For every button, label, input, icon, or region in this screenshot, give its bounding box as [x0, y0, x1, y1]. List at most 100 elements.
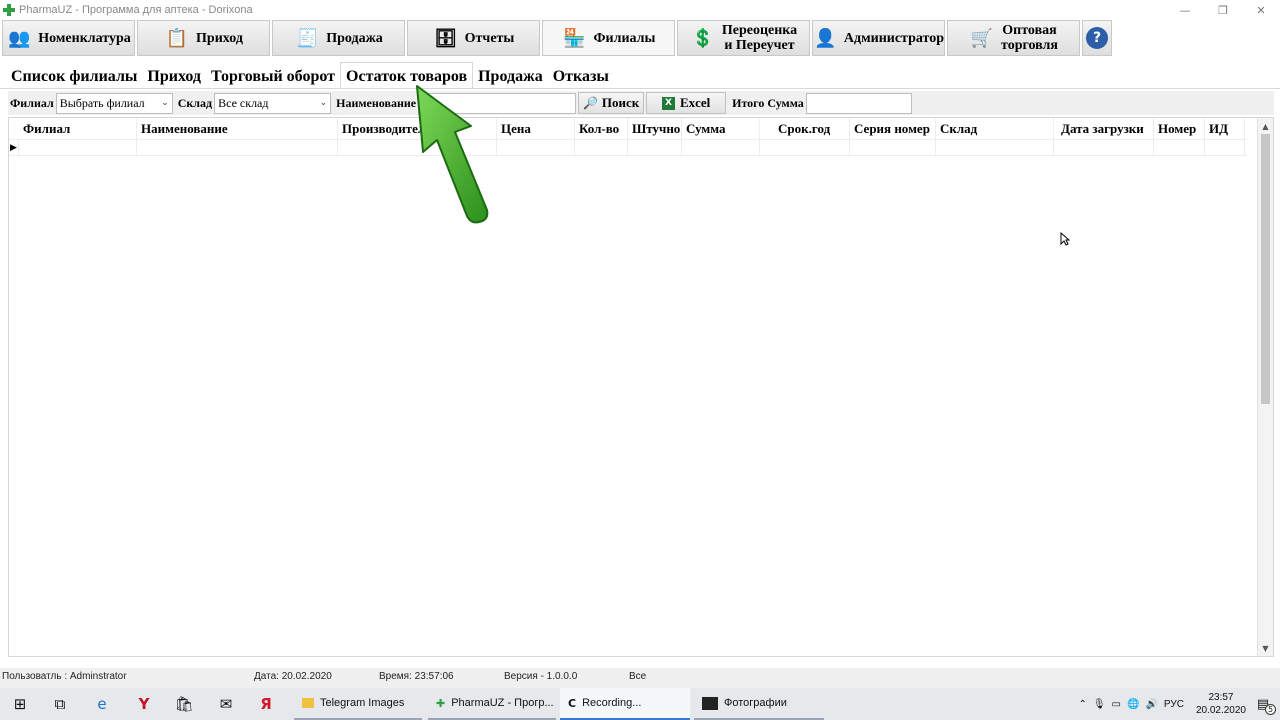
scroll-up-icon[interactable]: ▲ [1258, 118, 1273, 134]
name-label: Наименование [336, 95, 417, 110]
table-cell[interactable] [1154, 140, 1205, 155]
main-toolbar: 👥 Номенклатура 📋 Приход 🧾 Продажа 🗄 Отче… [0, 20, 1280, 58]
system-clock[interactable]: 23:57 20.02.2020 [1196, 691, 1246, 717]
column-header[interactable]: Производитель [338, 118, 497, 139]
grid-header: Филиал Наименование Производитель Цена К… [9, 118, 1259, 139]
scroll-down-icon[interactable]: ▼ [1258, 640, 1273, 656]
table-cell[interactable] [1205, 140, 1245, 155]
input-language[interactable]: РУС [1164, 699, 1184, 710]
admin-icon: 👤 [814, 27, 837, 49]
toolbar-reports-button[interactable]: 🗄 Отчеты [407, 20, 540, 56]
photos-icon [702, 696, 718, 710]
chevron-up-icon[interactable]: ⌃ [1078, 699, 1086, 710]
column-header[interactable]: Срок.год [760, 118, 850, 139]
windows-taskbar: ⊞ ⧉ e Y 🛍 ✉ Я Telegram Images ✚ PharmaUZ… [0, 688, 1280, 720]
battery-icon[interactable]: ▭ [1112, 699, 1121, 710]
toolbar-label: Администратор [843, 30, 944, 46]
table-cell[interactable] [760, 140, 850, 155]
pharmacy-cross-icon: ✚ [436, 696, 446, 710]
table-cell[interactable] [19, 140, 137, 155]
microphone-icon[interactable]: 🎙 [1093, 699, 1106, 710]
column-header[interactable]: Сумма [682, 118, 760, 139]
close-button[interactable]: ✕ [1242, 0, 1280, 20]
people-icon: 👥 [8, 27, 31, 49]
toolbar-admin-button[interactable]: 👤 Администратор [812, 20, 945, 56]
cabinet-icon: 🗄 [434, 27, 458, 49]
status-version: Версия - 1.0.0.0 [504, 671, 578, 682]
vertical-scrollbar[interactable]: ▲ ▼ [1257, 118, 1273, 656]
tab-refusals[interactable]: Отказы [548, 62, 614, 88]
table-row[interactable]: ▶ [9, 139, 1247, 156]
taskbar-app-recording[interactable]: C Recording... [560, 688, 690, 720]
search-button[interactable]: 🔎 Поиск [578, 92, 645, 114]
branch-select[interactable]: Выбрать филиал ⌄ [55, 92, 173, 114]
toolbar-wholesale-button[interactable]: 🛒 Оптовая торговля [947, 20, 1080, 56]
taskbar-app-photos[interactable]: Фотографии [694, 688, 824, 720]
table-cell[interactable] [850, 140, 936, 155]
chevron-down-icon: ⌄ [161, 98, 169, 108]
windows-start-icon[interactable]: ⊞ [0, 688, 40, 720]
taskbar-app-label: Telegram Images [320, 697, 405, 709]
table-cell[interactable] [936, 140, 1054, 155]
table-cell[interactable] [575, 140, 628, 155]
mail-icon[interactable]: ✉ [206, 688, 246, 720]
yandex-icon[interactable]: Я [246, 688, 286, 720]
notification-center-button[interactable]: ▤ 5 [1252, 693, 1276, 715]
window-controls: — ❐ ✕ [1166, 0, 1280, 20]
table-cell[interactable] [628, 140, 682, 155]
column-header[interactable]: Номер [1154, 118, 1205, 139]
table-cell[interactable] [682, 140, 760, 155]
table-cell[interactable] [338, 140, 497, 155]
toolbar-revaluation-button[interactable]: 💲 Переоценка и Переучет [677, 20, 810, 56]
filter-bar: Филиал Выбрать филиал ⌄ Склад Все склад … [8, 91, 1274, 115]
minimize-button[interactable]: — [1166, 0, 1204, 20]
column-header[interactable]: Цена [497, 118, 575, 139]
toolbar-nomenclature-button[interactable]: 👥 Номенклатура [2, 20, 135, 56]
column-header[interactable]: Наименование [137, 118, 338, 139]
edge-browser-icon[interactable]: e [82, 688, 122, 720]
table-cell[interactable] [497, 140, 575, 155]
column-header[interactable]: Штучно [628, 118, 682, 139]
clipboard-icon: 📋 [165, 27, 189, 49]
toolbar-sales-button[interactable]: 🧾 Продажа [272, 20, 405, 56]
help-button[interactable]: ? [1082, 20, 1112, 56]
excel-button[interactable]: X Excel [646, 92, 727, 114]
column-header[interactable]: Склад [936, 118, 1054, 139]
column-header[interactable]: Серия номер [850, 118, 936, 139]
toolbar-income-button[interactable]: 📋 Приход [137, 20, 270, 56]
warehouse-select-value: Все склад [218, 95, 269, 110]
recorder-icon: C [568, 696, 577, 710]
table-cell[interactable] [137, 140, 338, 155]
column-header[interactable]: Филиал [19, 118, 137, 139]
tab-stock-balance[interactable]: Остаток товаров [340, 62, 474, 88]
taskbar-app-telegram-images[interactable]: Telegram Images [294, 688, 422, 720]
volume-icon[interactable]: 🔊 [1145, 699, 1157, 710]
warehouse-select[interactable]: Все склад ⌄ [214, 92, 332, 114]
taskbar-app-label: Recording... [582, 697, 642, 709]
maximize-button[interactable]: ❐ [1204, 0, 1242, 20]
subtabs-divider [0, 88, 1280, 89]
table-cell[interactable] [1054, 140, 1154, 155]
scroll-thumb[interactable] [1261, 134, 1270, 404]
tab-income[interactable]: Приход [142, 62, 206, 88]
row-header-spacer [9, 118, 19, 139]
toolbar-label: Номенклатура [38, 30, 131, 46]
total-sum-label: Итого Сумма [732, 95, 804, 110]
yandex-browser-icon[interactable]: Y [124, 688, 164, 720]
pharmacy-icon: 🏪 [563, 27, 586, 49]
taskbar-app-pharmauz[interactable]: ✚ PharmaUZ - Прогр... [428, 688, 556, 720]
toolbar-branches-button[interactable]: 🏪 Филиалы [542, 20, 675, 56]
excel-icon: X [661, 96, 675, 110]
task-view-icon[interactable]: ⧉ [40, 688, 80, 720]
tab-turnover[interactable]: Торговый оборот [206, 62, 340, 88]
column-header[interactable]: Кол-во [575, 118, 628, 139]
tab-branch-list[interactable]: Список филиалы [6, 62, 142, 88]
store-icon[interactable]: 🛍 [164, 688, 204, 720]
tab-sales[interactable]: Продажа [473, 62, 548, 88]
pharmacy-cross-icon [3, 4, 15, 16]
column-header[interactable]: Дата загрузки [1054, 118, 1154, 139]
stock-grid[interactable]: Филиал Наименование Производитель Цена К… [8, 117, 1274, 657]
name-search-input[interactable] [418, 92, 577, 114]
column-header[interactable]: ИД [1205, 118, 1245, 139]
network-icon[interactable]: 🌐 [1127, 699, 1139, 710]
